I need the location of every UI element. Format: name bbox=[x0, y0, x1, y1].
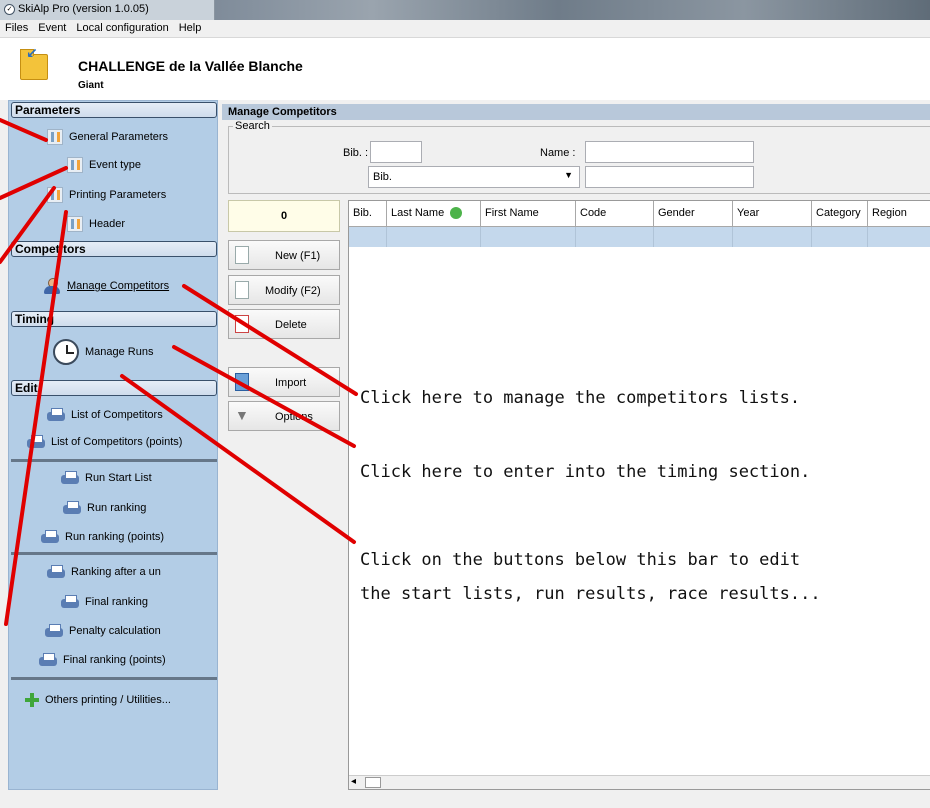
annotation-line bbox=[4, 210, 68, 626]
annotation-line bbox=[0, 186, 56, 264]
annotation-line bbox=[0, 166, 68, 200]
annotation-edit-line-2: the start lists, run results, race resul… bbox=[360, 584, 821, 604]
annotation-timing: Click here to enter into the timing sect… bbox=[360, 462, 811, 482]
annotation-line bbox=[120, 374, 356, 544]
annotation-line bbox=[182, 284, 358, 396]
annotation-edit-line-1: Click on the buttons below this bar to e… bbox=[360, 550, 801, 570]
annotation-competitors: Click here to manage the competitors lis… bbox=[360, 388, 801, 408]
annotation-line bbox=[0, 118, 48, 142]
